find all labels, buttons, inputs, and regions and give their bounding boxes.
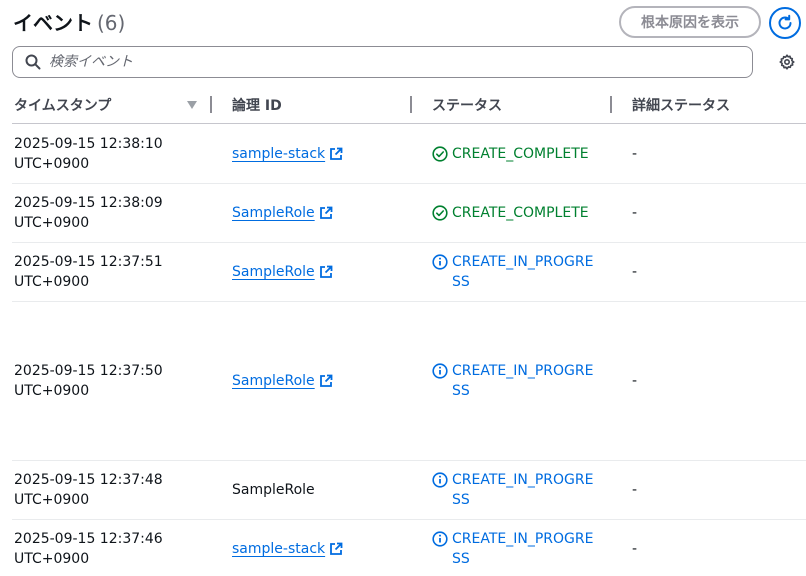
status-text: CREATE_COMPLETE [452,205,589,221]
column-header-logical-id[interactable]: 論理 ID [232,95,282,115]
search-icon [25,54,41,70]
status-reason-cell: - [632,264,638,280]
status-text: CREATE_IN_PROGRESS [452,254,594,290]
info-icon [432,363,448,379]
timestamp-date: 2025-09-15 12:38:09 [14,195,163,211]
timestamp-cell: 2025-09-15 12:38:10 UTC+0900 [14,134,204,174]
logical-id-cell: SampleRole [232,480,315,500]
column-resizer[interactable] [210,96,212,113]
page-title-text: イベント [13,11,93,35]
external-link-icon[interactable] [329,147,343,161]
status-reason-cell: - [632,482,638,498]
table-row: 2025-09-15 12:37:50 UTC+0900 SampleRole … [12,302,806,461]
timestamp-timezone: UTC+0900 [14,274,90,290]
search-box [12,46,753,78]
external-link-icon[interactable] [319,206,333,220]
page-title: イベント (6) [13,7,125,36]
timestamp-cell: 2025-09-15 12:38:09 UTC+0900 [14,193,204,233]
column-resizer[interactable] [610,96,612,113]
info-icon [432,472,448,488]
timestamp-date: 2025-09-15 12:38:10 [14,136,163,152]
status-text: CREATE_IN_PROGRESS [452,531,594,567]
status-cell: CREATE_COMPLETE [432,203,594,223]
timestamp-date: 2025-09-15 12:37:46 [14,531,163,547]
column-header-status-reason[interactable]: 詳細ステータス [632,95,730,115]
timestamp-cell: 2025-09-15 12:37:50 UTC+0900 [14,361,204,401]
logical-id-cell: sample-stack [232,144,343,164]
table-row: 2025-09-15 12:37:48 UTC+0900 SampleRole … [12,461,806,520]
table-row: 2025-09-15 12:38:09 UTC+0900 SampleRole … [12,184,806,243]
sort-descending-icon[interactable] [186,100,198,110]
status-text: CREATE_IN_PROGRESS [452,363,594,399]
status-text: CREATE_COMPLETE [452,146,589,162]
column-resizer[interactable] [410,96,412,113]
check-circle-icon [432,205,448,221]
logical-id-text: SampleRole [232,482,315,498]
timestamp-timezone: UTC+0900 [14,383,90,399]
status-cell: CREATE_IN_PROGRESS [432,361,594,401]
logical-id-cell: SampleRole [232,371,333,391]
logical-id-cell: sample-stack [232,539,343,559]
logical-id-cell: SampleRole [232,203,333,223]
timestamp-date: 2025-09-15 12:37:48 [14,472,163,488]
timestamp-timezone: UTC+0900 [14,215,90,231]
column-header-status[interactable]: ステータス [432,95,502,115]
status-reason-cell: - [632,146,638,162]
timestamp-cell: 2025-09-15 12:37:51 UTC+0900 [14,252,204,292]
info-icon [432,254,448,270]
search-input[interactable] [49,51,739,73]
timestamp-cell: 2025-09-15 12:37:46 UTC+0900 [14,529,204,569]
logical-id-link[interactable]: SampleRole [232,203,315,223]
logical-id-link[interactable]: SampleRole [232,262,315,282]
refresh-icon [778,14,792,30]
gear-icon[interactable] [779,54,795,70]
status-cell: CREATE_IN_PROGRESS [432,252,594,292]
timestamp-date: 2025-09-15 12:37:51 [14,254,163,270]
status-reason-cell: - [632,541,638,557]
status-reason-cell: - [632,373,638,389]
logical-id-link[interactable]: sample-stack [232,144,325,164]
timestamp-timezone: UTC+0900 [14,551,90,567]
timestamp-cell: 2025-09-15 12:37:48 UTC+0900 [14,470,204,510]
check-circle-icon [432,146,448,162]
logical-id-link[interactable]: sample-stack [232,539,325,559]
status-cell: CREATE_COMPLETE [432,144,594,164]
logical-id-cell: SampleRole [232,262,333,282]
table-row: 2025-09-15 12:37:46 UTC+0900 sample-stac… [12,520,806,576]
root-cause-button[interactable]: 根本原因を表示 [619,6,761,38]
logical-id-link[interactable]: SampleRole [232,371,315,391]
column-header-timestamp[interactable]: タイムスタンプ [14,95,111,115]
info-icon [432,531,448,547]
event-count: (6) [97,11,126,35]
external-link-icon[interactable] [329,542,343,556]
external-link-icon[interactable] [319,265,333,279]
status-cell: CREATE_IN_PROGRESS [432,529,594,569]
status-cell: CREATE_IN_PROGRESS [432,470,594,510]
timestamp-date: 2025-09-15 12:37:50 [14,363,163,379]
table-row: 2025-09-15 12:37:51 UTC+0900 SampleRole … [12,243,806,302]
refresh-button[interactable] [769,7,801,39]
table-row: 2025-09-15 12:38:10 UTC+0900 sample-stac… [12,124,806,184]
external-link-icon[interactable] [319,374,333,388]
timestamp-timezone: UTC+0900 [14,156,90,172]
timestamp-timezone: UTC+0900 [14,492,90,508]
status-reason-cell: - [632,205,638,221]
status-text: CREATE_IN_PROGRESS [452,472,594,508]
